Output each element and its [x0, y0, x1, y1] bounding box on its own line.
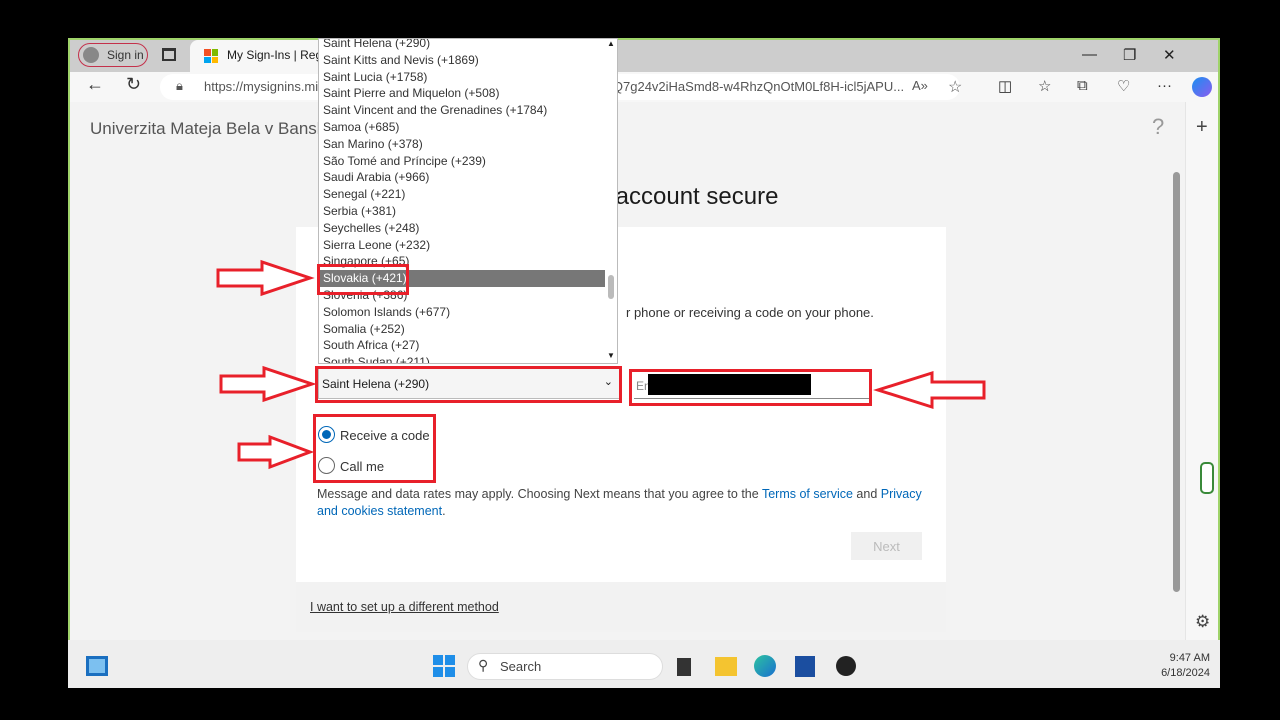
annotation-arrow-icon: [237, 434, 315, 470]
annotation-arrow-icon: [219, 365, 317, 403]
annotation-arrow-icon: [873, 370, 986, 410]
annotation-arrow-icon: [216, 259, 315, 297]
annotation-arrows: [216, 259, 986, 470]
